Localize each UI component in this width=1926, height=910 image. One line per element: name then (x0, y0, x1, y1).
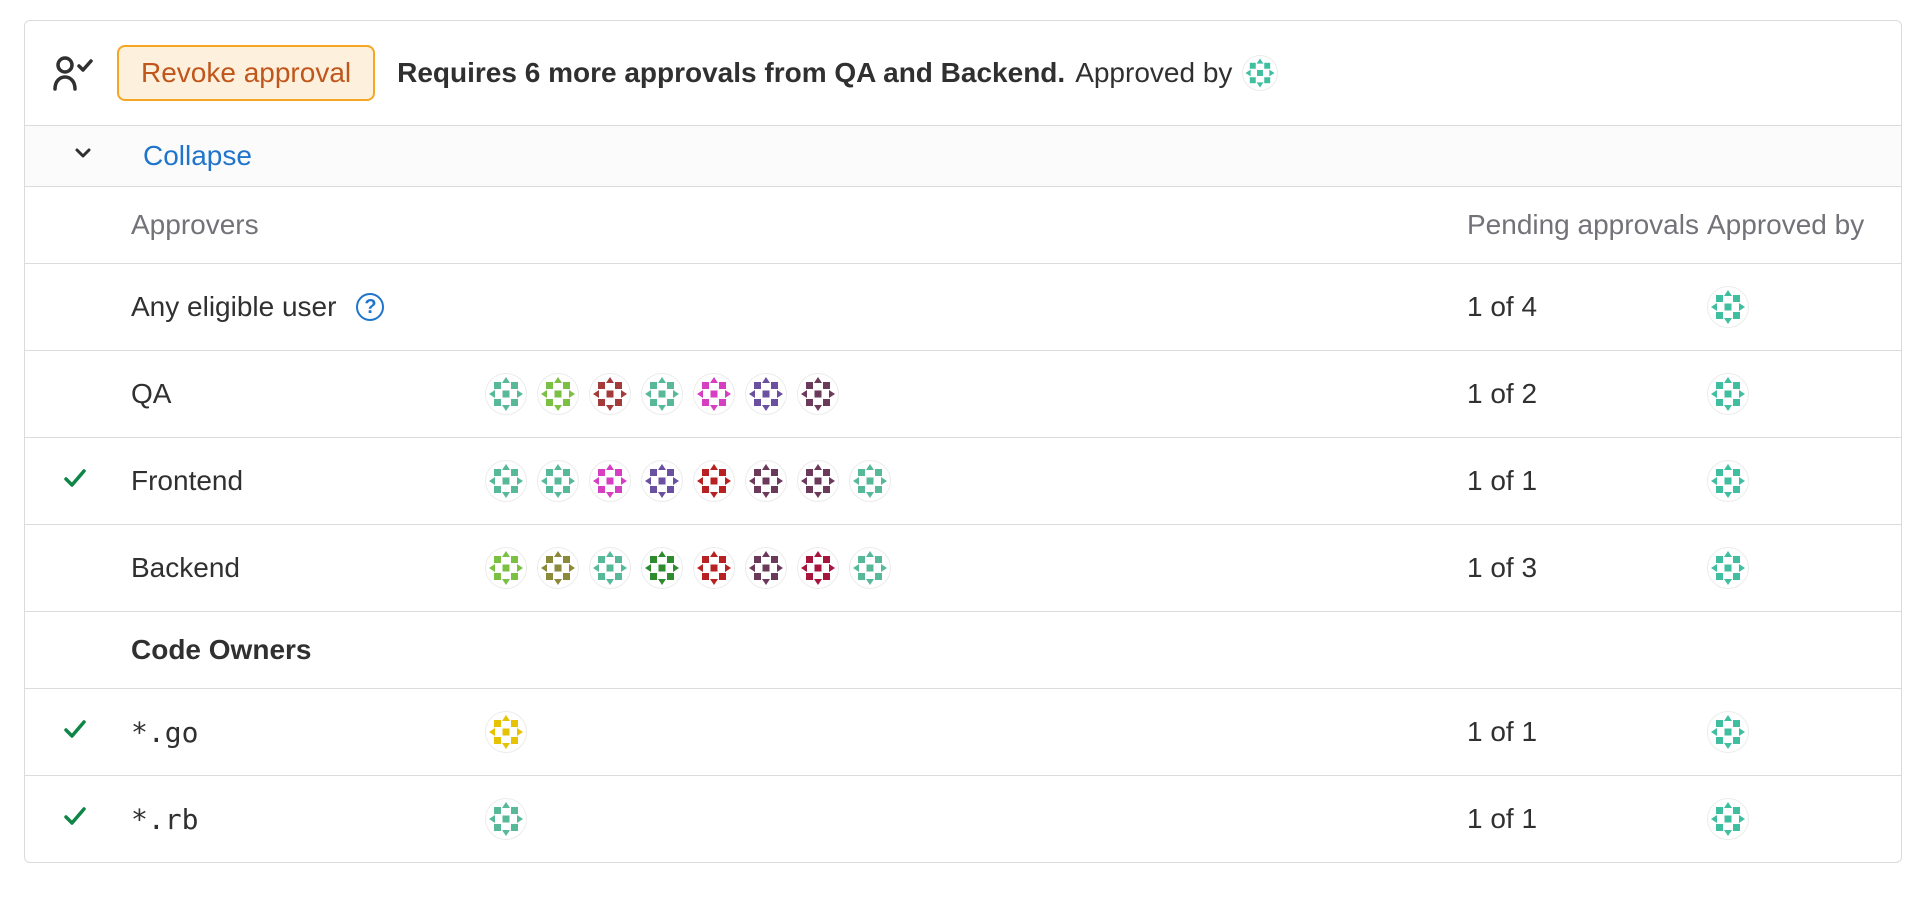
approvals-panel: Revoke approval Requires 6 more approval… (24, 20, 1902, 863)
approved-by-label: Approved by (1075, 57, 1232, 89)
table-row: Backend 1 of 3 (25, 524, 1901, 611)
col-pending: Pending approvals (1461, 209, 1701, 241)
pending-count: 1 of 1 (1461, 716, 1701, 748)
approver-name: *.rb (131, 803, 198, 836)
avatar-list (485, 711, 527, 753)
approver-name: QA (131, 378, 171, 410)
check-icon (61, 464, 89, 499)
avatar[interactable] (485, 547, 527, 589)
approvals-status-text: Requires 6 more approvals from QA and Ba… (397, 55, 1278, 91)
avatar[interactable] (589, 373, 631, 415)
col-approvers: Approvers (125, 209, 485, 241)
avatar[interactable] (537, 460, 579, 502)
avatar[interactable] (641, 547, 683, 589)
avatar[interactable] (693, 547, 735, 589)
avatar[interactable] (797, 547, 839, 589)
pending-count: 1 of 3 (1461, 552, 1701, 584)
help-icon[interactable]: ? (356, 293, 384, 321)
avatar[interactable] (485, 460, 527, 502)
avatar[interactable] (693, 460, 735, 502)
table-row: Any eligible user? 1 of 4 (25, 263, 1901, 350)
avatar[interactable] (745, 460, 787, 502)
avatar[interactable] (641, 373, 683, 415)
table-row: Frontend 1 of 1 (25, 437, 1901, 524)
avatar[interactable] (537, 547, 579, 589)
avatar[interactable] (485, 711, 527, 753)
avatar[interactable] (1707, 460, 1749, 502)
approver-name: Backend (131, 552, 240, 584)
avatar[interactable] (745, 373, 787, 415)
pending-count: 1 of 1 (1461, 465, 1701, 497)
check-icon (61, 715, 89, 750)
table-header: Approvers Pending approvals Approved by (25, 186, 1901, 263)
approvals-table: Approvers Pending approvals Approved by … (25, 186, 1901, 862)
approver-name: Frontend (131, 465, 243, 497)
avatar[interactable] (485, 798, 527, 840)
approver-name: Any eligible user (131, 291, 336, 323)
avatar[interactable] (797, 460, 839, 502)
avatar-list (485, 547, 891, 589)
avatar[interactable] (589, 460, 631, 502)
avatar[interactable] (849, 460, 891, 502)
avatar[interactable] (797, 373, 839, 415)
avatar-list (485, 373, 839, 415)
collapse-link[interactable]: Collapse (143, 140, 252, 172)
pending-count: 1 of 4 (1461, 291, 1701, 323)
avatar[interactable] (537, 373, 579, 415)
code-owners-header-row: Code Owners (25, 611, 1901, 688)
avatar[interactable] (485, 373, 527, 415)
avatar-list (485, 798, 527, 840)
table-row: *.go 1 of 1 (25, 688, 1901, 775)
table-row: *.rb 1 of 1 (25, 775, 1901, 862)
chevron-down-icon (73, 143, 93, 169)
pending-count: 1 of 1 (1461, 803, 1701, 835)
code-owners-label: Code Owners (125, 634, 485, 666)
pending-count: 1 of 2 (1461, 378, 1701, 410)
avatar[interactable] (849, 547, 891, 589)
avatar[interactable] (1707, 547, 1749, 589)
approver-name: *.go (131, 716, 198, 749)
avatar[interactable] (745, 547, 787, 589)
revoke-approval-button[interactable]: Revoke approval (117, 45, 375, 101)
avatar[interactable] (1242, 55, 1278, 91)
avatar[interactable] (693, 373, 735, 415)
avatar[interactable] (589, 547, 631, 589)
check-icon (61, 802, 89, 837)
avatar[interactable] (1707, 286, 1749, 328)
avatar[interactable] (1707, 373, 1749, 415)
table-row: QA 1 of 2 (25, 350, 1901, 437)
avatar[interactable] (1707, 711, 1749, 753)
collapse-row[interactable]: Collapse (25, 125, 1901, 186)
col-approved-by: Approved by (1701, 209, 1901, 241)
avatar-list (485, 460, 891, 502)
avatar[interactable] (641, 460, 683, 502)
user-check-icon (53, 55, 95, 91)
avatar[interactable] (1707, 798, 1749, 840)
approvals-header: Revoke approval Requires 6 more approval… (25, 21, 1901, 125)
requires-text: Requires 6 more approvals from QA and Ba… (397, 57, 1065, 89)
